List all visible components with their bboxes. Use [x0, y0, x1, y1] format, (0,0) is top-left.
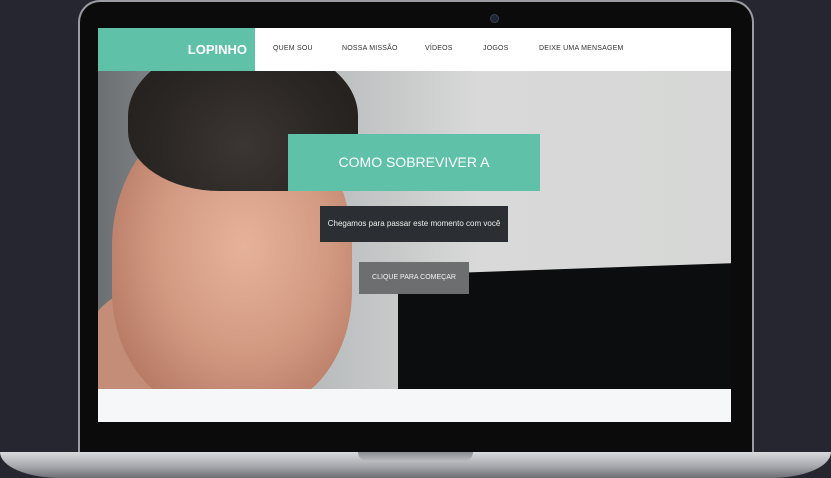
start-button[interactable]: CLIQUE PARA COMEÇAR: [359, 262, 469, 294]
hero-subtitle: Chegamos para passar este momento com vo…: [320, 206, 508, 242]
webcam-icon: [490, 14, 499, 23]
laptop-opening-notch: [358, 452, 473, 461]
nav-link-quem-sou[interactable]: QUEM SOU: [273, 28, 313, 71]
hero-section: COMO SOBREVIVER A QUARENTENA? Chegamos p…: [98, 71, 731, 389]
nav-link-jogos[interactable]: JOGOS: [483, 28, 509, 71]
hero-title: COMO SOBREVIVER A QUARENTENA?: [288, 134, 540, 227]
site-navbar: LOPINHO QUEM SOU NOSSA MISSÃO VÍDEOS JOG…: [98, 28, 731, 71]
laptop-screen: LOPINHO QUEM SOU NOSSA MISSÃO VÍDEOS JOG…: [98, 28, 731, 422]
site-logo[interactable]: LOPINHO: [98, 28, 255, 71]
nav-link-videos[interactable]: VÍDEOS: [425, 28, 453, 71]
nav-link-deixe-mensagem[interactable]: DEIXE UMA MENSAGEM: [539, 28, 624, 71]
nav-link-nossa-missao[interactable]: NOSSA MISSÃO: [342, 28, 398, 71]
